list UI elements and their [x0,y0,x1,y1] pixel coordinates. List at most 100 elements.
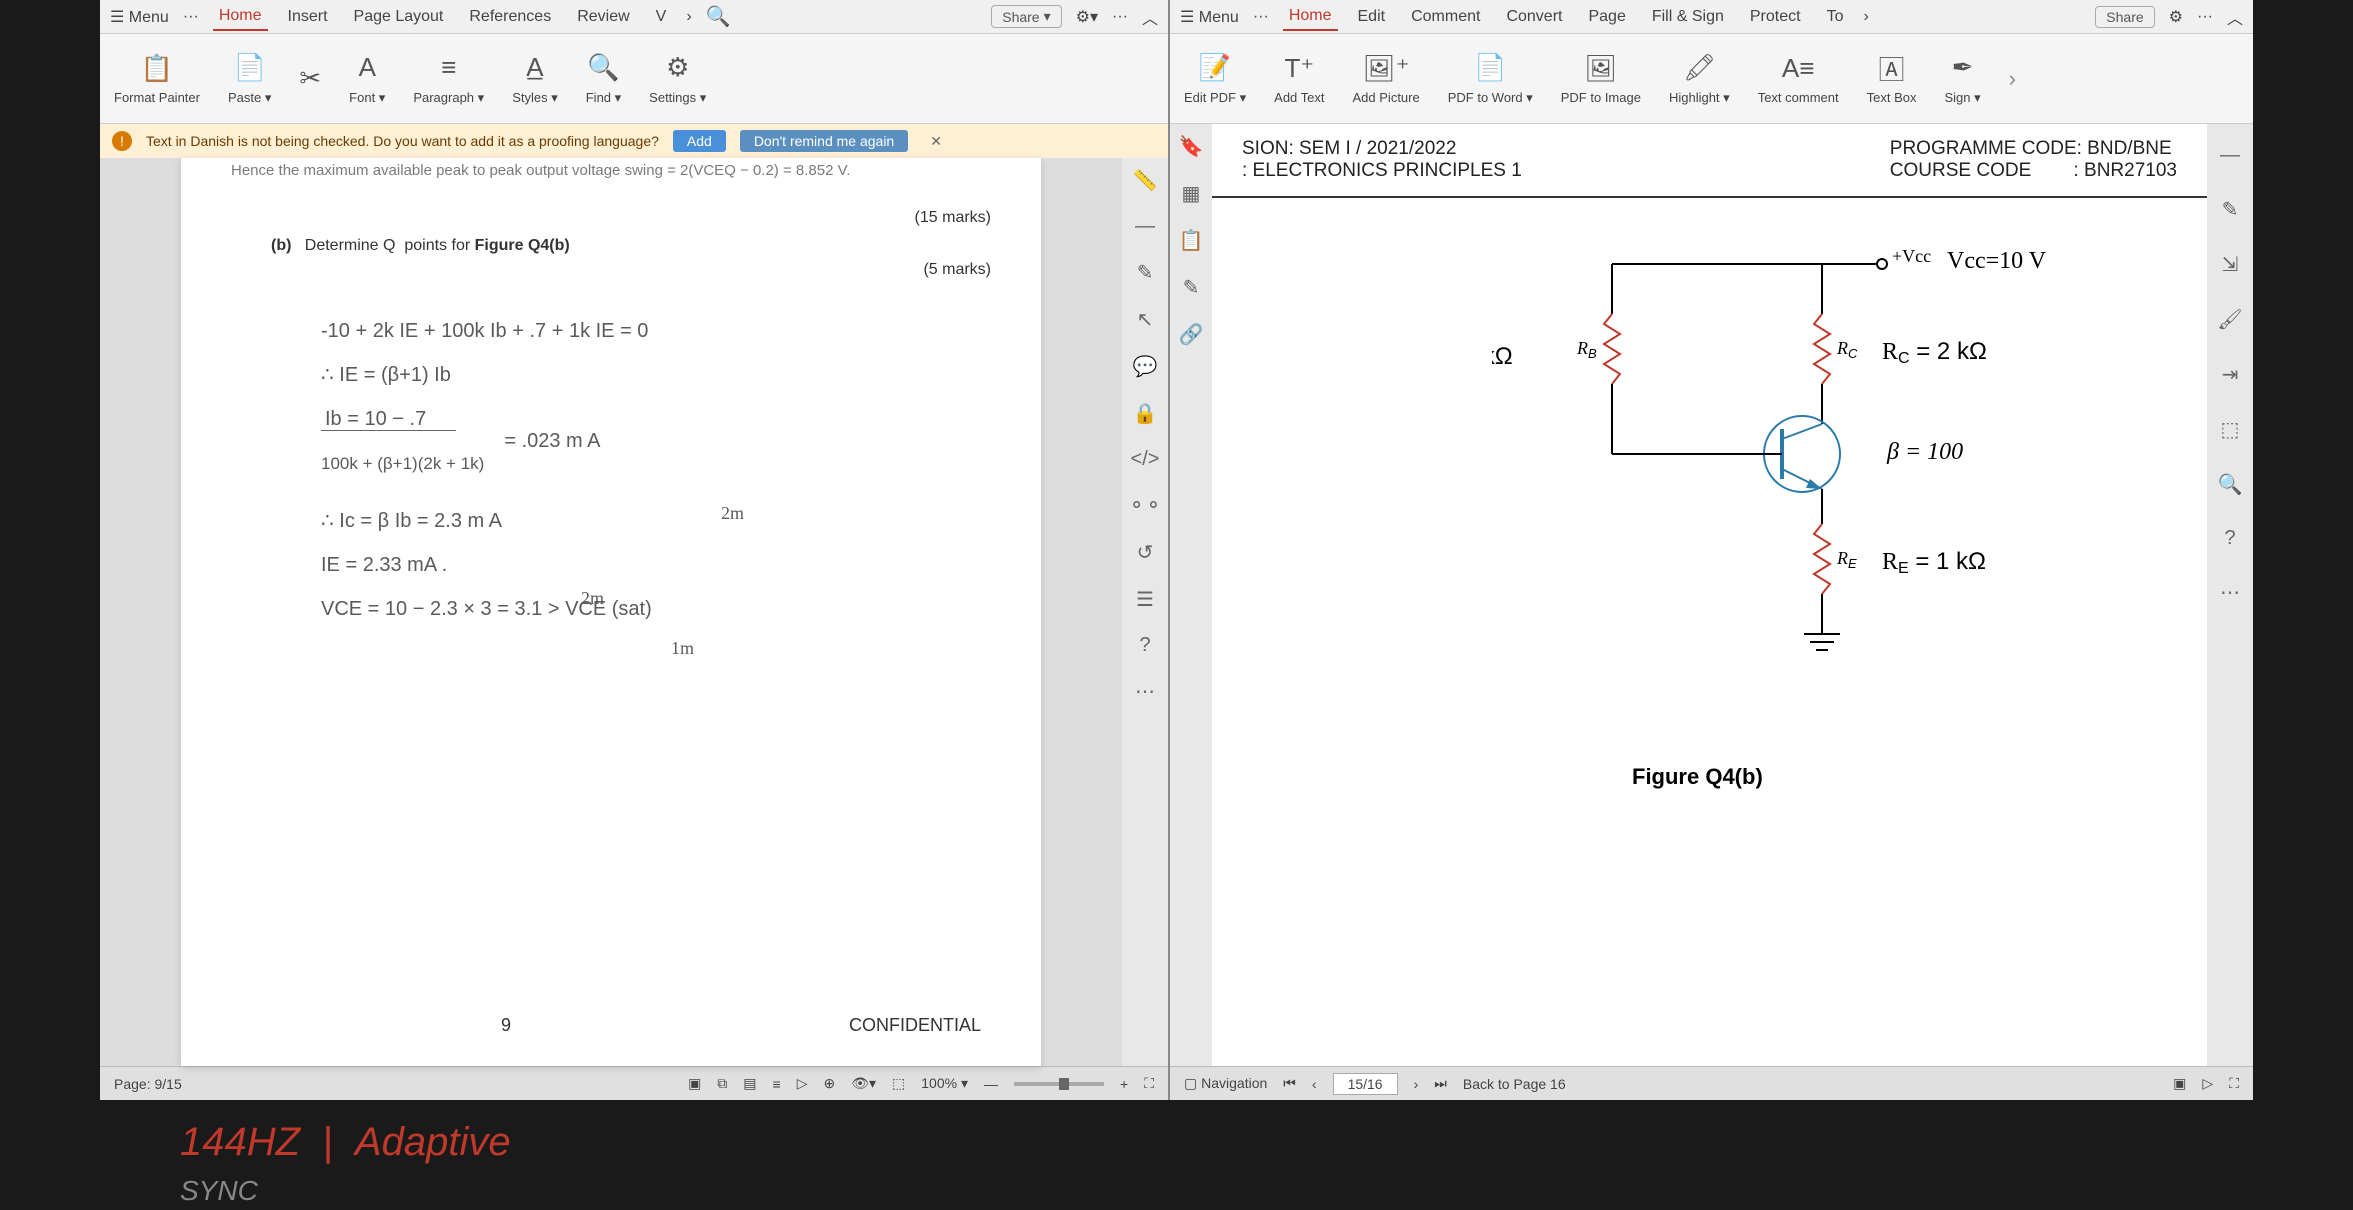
highlight-button[interactable]: 🖍Highlight ▾ [1669,52,1730,106]
ruler-icon[interactable]: 📏 [1133,168,1158,193]
view-mode-icon[interactable]: ▣ [688,1075,701,1092]
more-icon[interactable]: ··· [1253,8,1269,26]
web-icon[interactable]: ⊕ [823,1075,835,1092]
comment-icon[interactable]: 💬 [1133,354,1158,379]
tab-review[interactable]: Review [571,4,635,30]
fit-icon[interactable]: ⬚ [2221,417,2240,442]
tab-comment[interactable]: Comment [1405,4,1486,30]
add-picture-button[interactable]: 🖼⁺Add Picture [1353,52,1420,105]
next-page-icon[interactable]: › [1414,1076,1419,1092]
fit-icon[interactable]: ⬚ [892,1075,905,1092]
left-menu-button[interactable]: ☰ Menu [110,7,169,27]
tab-home[interactable]: Home [1283,3,1338,31]
notice-add-button[interactable]: Add [673,130,726,152]
tab-overflow-icon[interactable]: › [1863,8,1868,26]
first-page-icon[interactable]: ⏮ [1283,1075,1296,1092]
nav-toggle[interactable]: ▢ Navigation [1184,1075,1267,1092]
collapse-icon[interactable]: ︿ [2227,5,2243,29]
collapse-icon[interactable]: ︿ [1142,5,1158,29]
format-painter-button[interactable]: 📋Format Painter [114,52,200,105]
eye-icon[interactable]: 👁▾ [851,1075,876,1092]
back-to-page[interactable]: Back to Page 16 [1463,1076,1566,1092]
font-button[interactable]: AFont ▾ [349,52,385,106]
view-mode-icon-3[interactable]: ▤ [743,1075,756,1092]
settings-dropdown-icon[interactable]: ⚙▾ [1076,7,1098,27]
clipboard-icon[interactable]: 📋 [1179,228,1204,253]
paragraph-button[interactable]: ≡Paragraph ▾ [413,52,484,106]
tab-page[interactable]: Page [1582,4,1631,30]
share-button[interactable]: Share ▾ [991,5,1061,28]
more-icon[interactable]: ⋯ [2220,580,2240,605]
thumbnail-icon[interactable]: ▦ [1182,181,1201,206]
more-icon[interactable]: ··· [183,8,199,26]
fullscreen-icon[interactable]: ⛶ [1144,1075,1154,1092]
page-indicator[interactable]: 15/16 [1333,1073,1398,1095]
settings-icon[interactable]: ⚙ [2169,7,2183,27]
more-icon[interactable]: ··· [2197,8,2213,26]
outline-icon[interactable]: ☰ [1136,587,1154,612]
paste-button[interactable]: 📄Paste ▾ [228,52,271,106]
tab-protect[interactable]: Protect [1744,4,1807,30]
tab-tools[interactable]: To [1821,4,1850,30]
search-icon[interactable]: 🔍 [706,4,731,29]
edit-pdf-button[interactable]: 📝Edit PDF ▾ [1184,52,1246,106]
play-icon[interactable]: ▷ [2202,1075,2213,1092]
cursor-icon[interactable]: ↖ [1137,307,1154,332]
tab-insert[interactable]: Insert [282,4,334,30]
tab-references[interactable]: References [463,4,557,30]
code-icon[interactable]: </> [1131,448,1160,471]
tab-convert[interactable]: Convert [1500,4,1568,30]
pdf-to-image-button[interactable]: 🖼PDF to Image [1561,52,1641,105]
brush-icon[interactable]: 🖌 [2217,307,2242,332]
view-mode-icon-4[interactable]: ≡ [773,1076,781,1092]
lock-icon[interactable]: 🔒 [1133,401,1158,426]
page-indicator[interactable]: Page: 9/15 [114,1076,182,1092]
draw-icon[interactable]: ✎ [1183,275,1200,300]
right-menu-button[interactable]: ☰ Menu [1180,7,1239,27]
find-button[interactable]: 🔍Find ▾ [586,52,621,106]
tab-page-layout[interactable]: Page Layout [348,4,450,30]
add-text-button[interactable]: T⁺Add Text [1274,52,1324,105]
collapse-icon[interactable]: ⇥ [2222,362,2239,387]
nodes-icon[interactable]: ⚬⚬ [1128,493,1162,518]
bookmark-icon[interactable]: 🔖 [1179,134,1204,159]
ribbon-overflow-icon[interactable]: › [2009,66,2016,92]
tab-fill-sign[interactable]: Fill & Sign [1646,4,1730,30]
zoom-out-icon[interactable]: — [984,1076,998,1092]
help-icon[interactable]: ? [1139,634,1150,657]
help-icon[interactable]: ? [2224,527,2235,550]
share-button[interactable]: Share [2095,6,2154,28]
notice-dont-button[interactable]: Don't remind me again [740,130,908,152]
last-page-icon[interactable]: ⏭ [1434,1075,1447,1092]
zoom-slider[interactable] [1014,1082,1104,1086]
settings-button[interactable]: ⚙Settings ▾ [649,52,706,106]
fullscreen-icon[interactable]: ⛶ [2229,1075,2239,1092]
export-icon[interactable]: ⇲ [2222,252,2239,277]
minus-icon[interactable]: — [1135,215,1155,238]
right-document-area[interactable]: 🔖 ▦ 📋 ✎ 🔗 SION: SEM I / 2021/2022 : ELEC… [1170,124,2253,1066]
cut-button[interactable]: ✂ [299,63,321,95]
zoom-in-icon[interactable]: + [1120,1076,1128,1092]
text-comment-button[interactable]: A≡Text comment [1758,52,1839,105]
left-document-area[interactable]: Hence the maximum available peak to peak… [100,158,1168,1066]
tab-overflow-icon[interactable]: › [686,8,691,26]
view-mode-icon-2[interactable]: ⧉ [717,1075,727,1092]
search-icon[interactable]: 🔍 [2218,472,2243,497]
tab-view[interactable]: V [650,4,673,30]
view-icon[interactable]: ▣ [2173,1075,2186,1092]
tab-home[interactable]: Home [213,3,268,31]
edit-icon[interactable]: ✎ [2222,197,2239,222]
zoom-level[interactable]: 100% ▾ [921,1075,968,1092]
text-box-button[interactable]: 🄰Text Box [1867,52,1917,105]
more-icon[interactable]: ··· [1112,8,1128,26]
history-icon[interactable]: ↺ [1137,540,1154,565]
styles-button[interactable]: A̲Styles ▾ [512,52,558,106]
notice-close-icon[interactable]: ✕ [930,133,942,150]
pdf-to-word-button[interactable]: 📄PDF to Word ▾ [1448,52,1533,106]
tab-edit[interactable]: Edit [1352,4,1392,30]
link-icon[interactable]: 🔗 [1179,322,1204,347]
pen-icon[interactable]: ✎ [1137,260,1154,285]
more-icon[interactable]: ⋯ [1135,679,1155,704]
minus-icon[interactable]: — [2220,144,2240,167]
play-icon[interactable]: ▷ [797,1075,808,1092]
